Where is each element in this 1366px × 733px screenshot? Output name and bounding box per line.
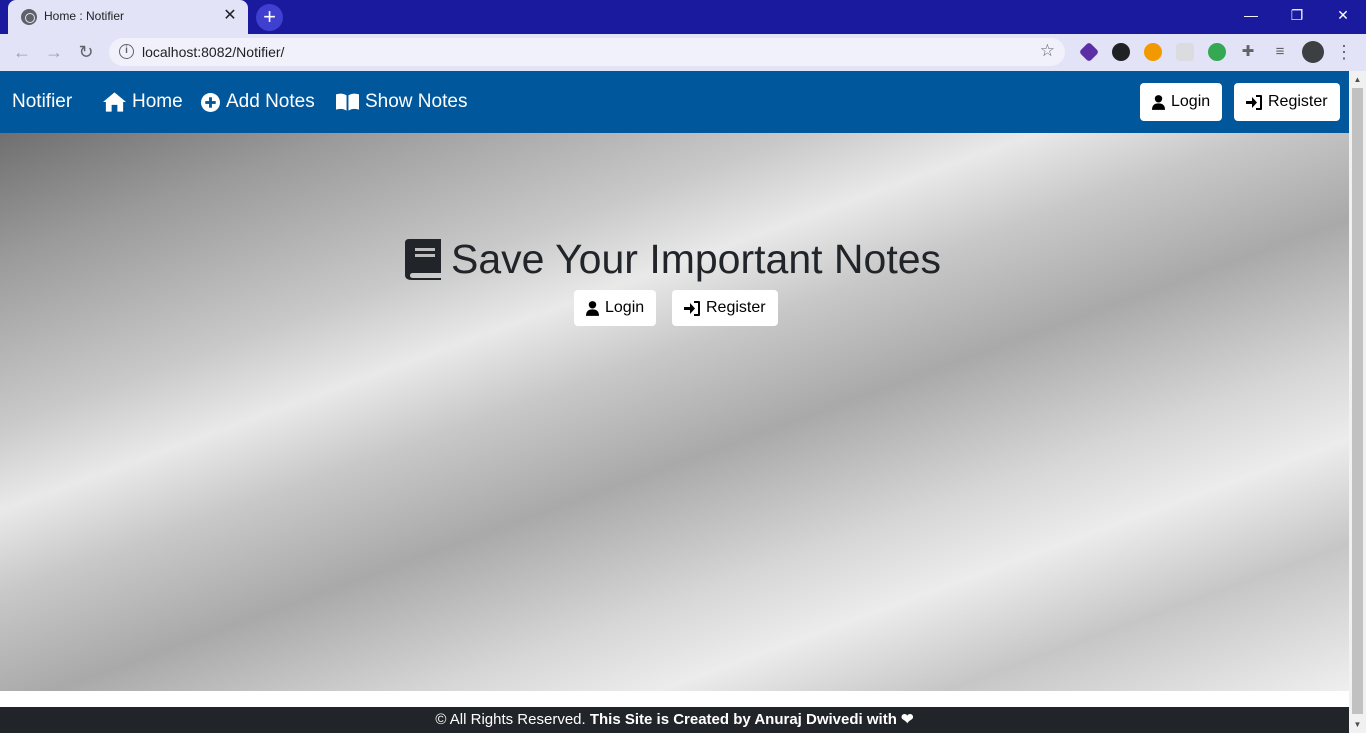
code-extension-icon[interactable]: [1176, 43, 1194, 61]
nav-show-notes-label: Show Notes: [365, 91, 468, 112]
site-brand[interactable]: Notifier: [12, 91, 72, 113]
navbar-login-button[interactable]: Login: [1140, 83, 1223, 121]
book-icon: [405, 239, 441, 280]
url-text[interactable]: localhost:8082/Notifier/: [142, 44, 284, 60]
browser-toolbar: ← → ↻ i localhost:8082/Notifier/ ☆ 4 0 ✚…: [0, 34, 1366, 98]
hero-register-button[interactable]: Register: [672, 290, 778, 326]
site-navbar: Notifier Home Add Notes Show Notes Login…: [0, 71, 1349, 133]
user-icon: [586, 300, 599, 316]
hero-heading: Save Your Important Notes: [405, 236, 941, 283]
reload-icon[interactable]: ↻: [74, 40, 98, 64]
orange-extension-icon[interactable]: [1144, 43, 1162, 61]
scroll-up-arrow-icon[interactable]: ▲: [1349, 71, 1366, 88]
nav-add-notes-label: Add Notes: [226, 91, 315, 112]
nav-home-label: Home: [132, 91, 183, 112]
footer-credit: This Site is Created by Anuraj Dwivedi w…: [589, 711, 914, 728]
minimize-window-button[interactable]: —: [1228, 0, 1274, 30]
restore-window-button[interactable]: ❐: [1274, 0, 1320, 30]
nav-show-notes[interactable]: Show Notes: [336, 91, 467, 113]
globe-favicon-icon: [21, 9, 37, 25]
close-tab-icon[interactable]: ✕: [220, 6, 240, 26]
globe-extension-icon[interactable]: [1208, 43, 1226, 61]
profile-avatar[interactable]: [1302, 41, 1324, 63]
puzzle-extensions-icon[interactable]: ✚: [1236, 40, 1260, 64]
purple-extension-icon[interactable]: [1078, 41, 1100, 63]
sign-in-icon: [1246, 94, 1262, 110]
scrollbar-thumb[interactable]: [1352, 88, 1363, 714]
user-icon: [1152, 94, 1165, 110]
browser-tab[interactable]: Home : Notifier ✕: [8, 0, 248, 34]
forward-arrow-icon[interactable]: →: [42, 40, 66, 64]
browser-menu-icon[interactable]: ⋮: [1332, 40, 1356, 64]
plus-circle-icon: [201, 92, 220, 112]
back-arrow-icon[interactable]: ←: [10, 40, 34, 64]
new-tab-button[interactable]: +: [256, 4, 283, 31]
footer-rights: © All Rights Reserved.: [435, 711, 586, 728]
hero-login-button[interactable]: Login: [574, 290, 657, 326]
hero-heading-text: Save Your Important Notes: [451, 236, 942, 282]
browser-titlebar: Home : Notifier ✕ + — ❐ ✕: [0, 0, 1366, 34]
tab-title: Home : Notifier: [44, 9, 125, 23]
sign-in-icon: [684, 300, 700, 316]
home-icon: [103, 92, 126, 112]
navbar-register-button[interactable]: Register: [1234, 83, 1340, 121]
hero-register-label: Register: [706, 299, 766, 316]
navbar-register-label: Register: [1268, 93, 1328, 110]
nav-add-notes[interactable]: Add Notes: [201, 91, 315, 113]
hero-login-label: Login: [605, 299, 645, 316]
bookmark-star-icon[interactable]: ☆: [1040, 41, 1055, 61]
site-info-icon[interactable]: i: [119, 44, 134, 59]
close-window-button[interactable]: ✕: [1320, 0, 1366, 30]
hero-banner: Save Your Important Notes Login Register: [0, 133, 1349, 691]
navbar-login-label: Login: [1171, 93, 1211, 110]
page-scrollbar[interactable]: ▲ ▼: [1349, 71, 1366, 733]
dark-extension-icon[interactable]: [1112, 43, 1130, 61]
site-footer: © All Rights Reserved. This Site is Crea…: [0, 707, 1349, 733]
address-bar[interactable]: i localhost:8082/Notifier/ ☆: [109, 38, 1065, 66]
book-open-icon: [336, 93, 359, 111]
media-queue-icon[interactable]: ≡: [1268, 40, 1292, 64]
scroll-down-arrow-icon[interactable]: ▼: [1349, 716, 1366, 733]
nav-home[interactable]: Home: [103, 91, 183, 113]
